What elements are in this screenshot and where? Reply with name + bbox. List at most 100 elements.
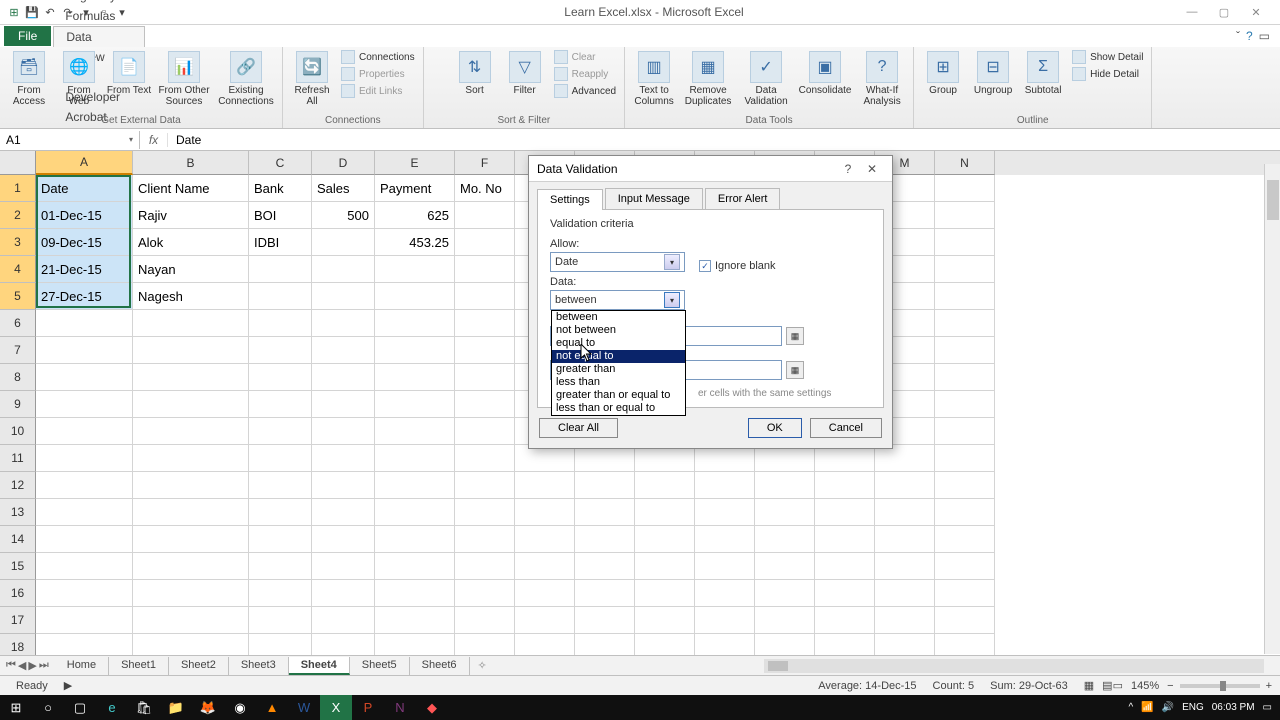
dialog-help-icon[interactable]: ? [836, 162, 860, 176]
dropdown-option[interactable]: equal to [552, 337, 685, 350]
row-header[interactable]: 8 [0, 364, 36, 391]
cell[interactable] [575, 580, 635, 607]
filter-button[interactable]: ▽Filter [502, 49, 548, 96]
cell[interactable] [312, 337, 375, 364]
cell[interactable] [935, 607, 995, 634]
cell[interactable] [515, 580, 575, 607]
cell[interactable] [755, 445, 815, 472]
zoom-level[interactable]: 145% [1123, 680, 1167, 692]
cell[interactable] [455, 283, 515, 310]
cell[interactable] [515, 499, 575, 526]
cell[interactable] [455, 418, 515, 445]
cell[interactable] [455, 445, 515, 472]
cell[interactable]: Mo. No [455, 175, 515, 202]
cell[interactable] [375, 391, 455, 418]
zoom-out-icon[interactable]: − [1167, 680, 1173, 692]
cell[interactable] [755, 553, 815, 580]
powerpoint-icon[interactable]: P [352, 695, 384, 720]
cell[interactable] [875, 472, 935, 499]
ribbon-min-icon[interactable]: ˇ [1236, 29, 1240, 43]
cell[interactable] [635, 580, 695, 607]
sheet-tab[interactable]: Home [55, 657, 109, 675]
cell[interactable] [375, 553, 455, 580]
row-header[interactable]: 12 [0, 472, 36, 499]
lang-indicator[interactable]: ENG [1182, 702, 1204, 713]
cell[interactable] [375, 580, 455, 607]
cell[interactable] [815, 472, 875, 499]
cell[interactable] [36, 364, 133, 391]
sheet-tab[interactable]: Sheet4 [289, 657, 350, 675]
cell[interactable] [455, 607, 515, 634]
cell[interactable] [249, 607, 312, 634]
cell[interactable] [875, 445, 935, 472]
cell[interactable]: Client Name [133, 175, 249, 202]
cell[interactable] [875, 607, 935, 634]
cell[interactable] [133, 364, 249, 391]
clear-button[interactable]: Clear [552, 49, 618, 65]
cell[interactable] [455, 364, 515, 391]
cell[interactable] [815, 499, 875, 526]
cell[interactable] [455, 391, 515, 418]
cell[interactable] [375, 472, 455, 499]
cell[interactable] [455, 229, 515, 256]
cell[interactable] [935, 337, 995, 364]
column-header[interactable]: D [312, 151, 375, 175]
cell[interactable]: 27-Dec-15 [36, 283, 133, 310]
allow-dropdown[interactable]: Date▾ [550, 252, 685, 272]
cell[interactable] [133, 310, 249, 337]
zoom-slider[interactable] [1180, 684, 1260, 688]
cell[interactable] [133, 499, 249, 526]
cell[interactable] [375, 364, 455, 391]
existing-conn-button[interactable]: 🔗Existing Connections [216, 49, 276, 107]
ok-button[interactable]: OK [748, 418, 802, 438]
cell[interactable] [755, 580, 815, 607]
cell[interactable] [455, 310, 515, 337]
row-header[interactable]: 6 [0, 310, 36, 337]
explorer-icon[interactable]: 📁 [160, 695, 192, 720]
cell[interactable] [935, 418, 995, 445]
cell[interactable] [36, 526, 133, 553]
cell[interactable] [575, 445, 635, 472]
name-box[interactable]: A1▾ [0, 131, 140, 149]
dialog-titlebar[interactable]: Data Validation ? ✕ [529, 156, 892, 182]
cell[interactable] [375, 445, 455, 472]
row-header[interactable]: 11 [0, 445, 36, 472]
cell[interactable] [815, 580, 875, 607]
group-button[interactable]: ⊞Group [920, 49, 966, 96]
row-header[interactable]: 7 [0, 337, 36, 364]
column-header[interactable]: B [133, 151, 249, 175]
sheet-nav-prev-icon[interactable]: ◀ [18, 659, 26, 672]
row-header[interactable]: 16 [0, 580, 36, 607]
edge-icon[interactable]: e [96, 695, 128, 720]
cell[interactable]: BOI [249, 202, 312, 229]
cell[interactable] [133, 472, 249, 499]
cell[interactable] [635, 526, 695, 553]
new-sheet-icon[interactable]: ✧ [470, 659, 495, 672]
cell[interactable] [575, 526, 635, 553]
column-header[interactable]: N [935, 151, 995, 175]
cell[interactable] [455, 472, 515, 499]
horizontal-scrollbar[interactable] [764, 659, 1264, 673]
cell[interactable] [935, 445, 995, 472]
cell[interactable] [375, 526, 455, 553]
remove-dup-button[interactable]: ▦Remove Duplicates [681, 49, 735, 107]
cell[interactable] [695, 445, 755, 472]
cell[interactable] [249, 580, 312, 607]
view-layout-icon[interactable]: ▤ [1102, 679, 1112, 692]
cell[interactable] [312, 526, 375, 553]
dropdown-option[interactable]: less than or equal to [552, 402, 685, 415]
row-header[interactable]: 2 [0, 202, 36, 229]
cell[interactable] [935, 472, 995, 499]
hide-detail-button[interactable]: Hide Detail [1070, 66, 1145, 82]
cell[interactable]: 09-Dec-15 [36, 229, 133, 256]
excel-taskbar-icon[interactable]: X [320, 695, 352, 720]
row-header[interactable]: 13 [0, 499, 36, 526]
firefox-icon[interactable]: 🦊 [192, 695, 224, 720]
clear-all-button[interactable]: Clear All [539, 418, 618, 438]
sort-za-icon[interactable] [430, 70, 448, 88]
cell[interactable] [575, 553, 635, 580]
dropdown-option[interactable]: not equal to [552, 350, 685, 363]
dropdown-option[interactable]: between [552, 311, 685, 324]
show-detail-button[interactable]: Show Detail [1070, 49, 1145, 65]
cell[interactable]: Alok [133, 229, 249, 256]
